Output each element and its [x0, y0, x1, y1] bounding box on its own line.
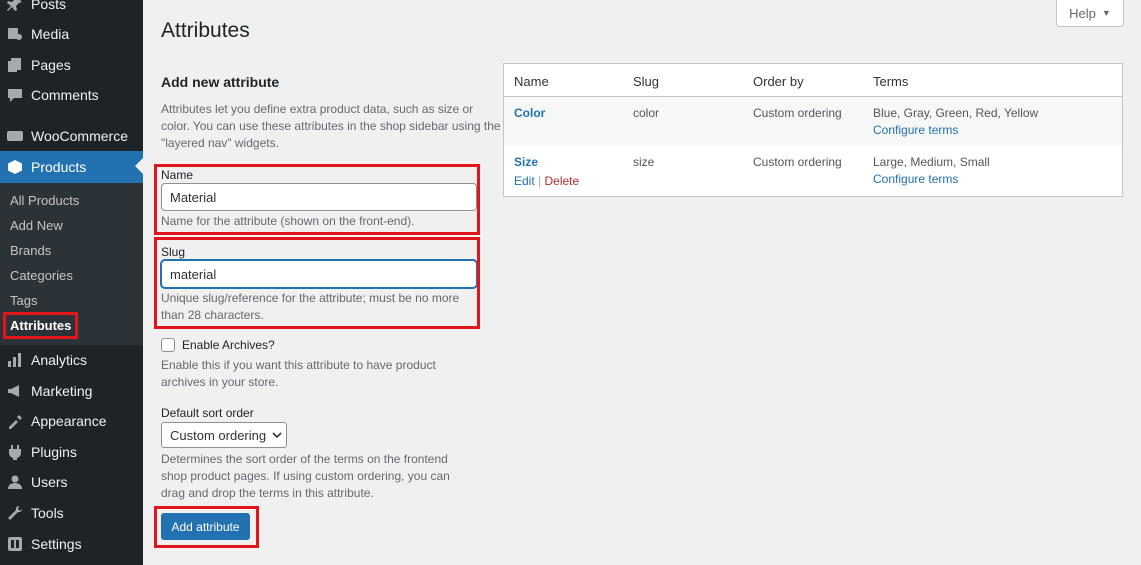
menu-label: WooCommerce: [31, 128, 128, 144]
menu-label: Users: [31, 474, 68, 490]
appearance-icon: [7, 413, 23, 429]
comments-icon: [7, 87, 23, 103]
sort-order-value: Custom ordering: [170, 427, 267, 443]
menu-label: Comments: [31, 87, 99, 103]
column-header-order-by: Order by: [753, 74, 804, 89]
submenu-add-new[interactable]: Add New: [10, 218, 63, 233]
menu-appearance[interactable]: Appearance: [0, 406, 143, 436]
column-header-slug: Slug: [633, 74, 660, 89]
menu-posts[interactable]: Posts: [0, 0, 143, 19]
archives-description: Enable this if you want this attribute t…: [161, 358, 436, 389]
help-label: Help: [1069, 5, 1096, 21]
menu-label: Analytics: [31, 352, 88, 368]
menu-label: Products: [31, 159, 87, 175]
menu-label: Marketing: [31, 383, 93, 399]
attribute-terms: Blue, Gray, Green, Red, Yellow: [873, 106, 1039, 120]
submenu-brands[interactable]: Brands: [10, 243, 51, 258]
menu-users[interactable]: Users: [0, 467, 143, 497]
attribute-terms: Large, Medium, Small: [873, 155, 990, 169]
column-header-name: Name: [514, 74, 549, 89]
enable-archives-label: Enable Archives?: [182, 338, 275, 352]
menu-pages[interactable]: Pages: [0, 50, 143, 80]
settings-icon: [7, 536, 23, 552]
tools-icon: [7, 505, 23, 521]
plugins-icon: [7, 444, 23, 460]
submenu-tags[interactable]: Tags: [10, 293, 37, 308]
page-title: Attributes: [161, 19, 250, 42]
pages-icon: [7, 57, 23, 73]
edit-link[interactable]: Edit: [514, 174, 535, 188]
users-icon: [7, 474, 23, 490]
submenu-all-products[interactable]: All Products: [10, 193, 79, 208]
menu-media[interactable]: Media: [0, 19, 143, 49]
menu-label: Settings: [31, 536, 82, 552]
pin-icon: [7, 0, 23, 12]
marketing-icon: [7, 383, 23, 399]
woocommerce-icon: [7, 128, 23, 144]
form-title: Add new attribute: [161, 74, 280, 90]
sort-order-description: Determines the sort order of the terms o…: [161, 452, 450, 500]
add-button-highlight-box: [154, 506, 259, 548]
caret-down-icon: ▼: [1101, 8, 1111, 18]
column-header-terms: Terms: [873, 74, 909, 89]
menu-label: Tools: [31, 505, 64, 521]
sort-order-select[interactable]: Custom ordering: [161, 422, 287, 448]
attribute-slug: size: [633, 155, 655, 169]
slug-highlight-box: [154, 237, 480, 329]
menu-tools[interactable]: Tools: [0, 498, 143, 528]
name-highlight-box: [154, 164, 480, 235]
chevron-down-icon: [272, 432, 282, 439]
menu-label: Plugins: [31, 444, 77, 460]
active-indicator: [135, 158, 143, 174]
submenu-categories[interactable]: Categories: [10, 268, 73, 283]
menu-label: Posts: [31, 0, 67, 12]
configure-terms-link[interactable]: Configure terms: [873, 123, 958, 137]
menu-products[interactable]: Products: [0, 151, 143, 183]
attribute-name-link[interactable]: Size: [514, 155, 538, 169]
table-row: Color color Custom ordering Blue, Gray, …: [504, 97, 1122, 146]
admin-sidebar: Posts Media Pages Comments WooCommerce P…: [0, 0, 143, 565]
attribute-order-by: Custom ordering: [753, 106, 842, 120]
analytics-icon: [7, 352, 23, 368]
help-button[interactable]: Help ▼: [1056, 0, 1124, 27]
table-row: Size Edit | Delete size Custom ordering …: [504, 146, 1122, 196]
media-icon: [7, 26, 23, 42]
form-intro: Attributes let you define extra product …: [161, 102, 501, 150]
menu-label: Pages: [31, 57, 71, 73]
attributes-highlight-box: [3, 312, 78, 339]
products-icon: [7, 159, 23, 175]
menu-marketing[interactable]: Marketing: [0, 376, 143, 406]
enable-archives-checkbox[interactable]: [161, 338, 175, 352]
menu-label: Appearance: [31, 413, 107, 429]
menu-analytics[interactable]: Analytics: [0, 345, 143, 375]
menu-plugins[interactable]: Plugins: [0, 437, 143, 467]
row-actions: Edit | Delete: [514, 174, 579, 188]
delete-link[interactable]: Delete: [544, 174, 579, 188]
attribute-order-by: Custom ordering: [753, 155, 842, 169]
menu-woocommerce[interactable]: WooCommerce: [0, 121, 143, 151]
menu-settings[interactable]: Settings: [0, 529, 143, 559]
configure-terms-link[interactable]: Configure terms: [873, 172, 958, 186]
attribute-name-link[interactable]: Color: [514, 106, 545, 120]
menu-label: Media: [31, 26, 70, 42]
attributes-table: Name Slug Order by Terms Color color Cus…: [503, 63, 1123, 197]
sort-order-label: Default sort order: [161, 406, 254, 420]
attribute-slug: color: [633, 106, 660, 120]
menu-comments[interactable]: Comments: [0, 80, 143, 110]
